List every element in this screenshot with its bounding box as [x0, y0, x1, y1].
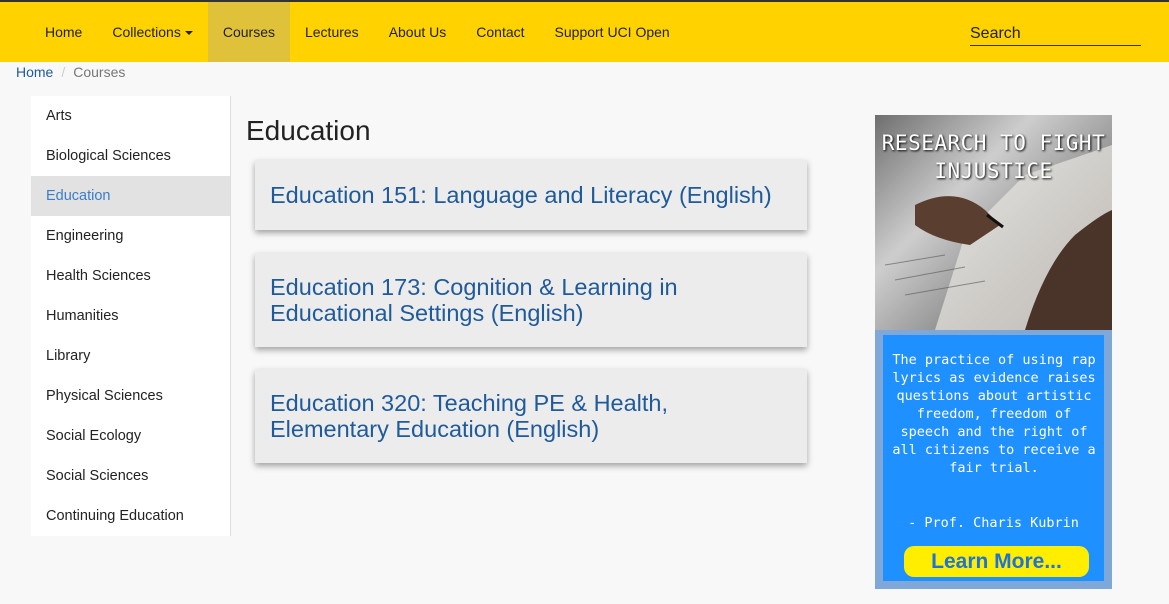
nav-contact[interactable]: Contact — [461, 2, 539, 62]
course-card[interactable]: Education 320: Teaching PE & Health, Ele… — [255, 369, 807, 463]
nav-about-us[interactable]: About Us — [374, 2, 462, 62]
search-input[interactable] — [970, 22, 1141, 46]
caret-down-icon — [184, 31, 193, 36]
nav-home[interactable]: Home — [30, 2, 97, 62]
nav-collections[interactable]: Collections — [97, 2, 207, 62]
sidebar-item-education[interactable]: Education — [31, 176, 230, 216]
learn-more-button[interactable]: Learn More... — [904, 546, 1089, 577]
sidebar-item-arts[interactable]: Arts — [31, 96, 230, 136]
top-navbar: Home Collections Courses Lectures About … — [0, 0, 1169, 62]
ad-headline: RESEARCH TO FIGHT INJUSTICE — [881, 131, 1106, 183]
sidebar-item-social-ecology[interactable]: Social Ecology — [31, 416, 230, 456]
sidebar-item-engineering[interactable]: Engineering — [31, 216, 230, 256]
course-title-link[interactable]: Education 320: Teaching PE & Health, Ele… — [270, 390, 792, 442]
course-title-link[interactable]: Education 173: Cognition & Learning in E… — [270, 274, 792, 326]
course-card[interactable]: Education 151: Language and Literacy (En… — [255, 160, 807, 230]
ad-photo-hands-writing: RESEARCH TO FIGHT INJUSTICE — [875, 115, 1112, 330]
sidebar-item-biological-sciences[interactable]: Biological Sciences — [31, 136, 230, 176]
nav-courses[interactable]: Courses — [207, 2, 290, 62]
ad-quote-text: The practice of using rap lyrics as evid… — [892, 352, 1096, 476]
sidebar-item-continuing-education[interactable]: Continuing Education — [31, 496, 230, 536]
ad-quote-author: - Prof. Charis Kubrin — [908, 515, 1079, 531]
sidebar-item-health-sciences[interactable]: Health Sciences — [31, 256, 230, 296]
sidebar-item-humanities[interactable]: Humanities — [31, 296, 230, 336]
ad-quote-box: The practice of using rap lyrics as evid… — [883, 335, 1104, 581]
nav-lectures[interactable]: Lectures — [290, 2, 374, 62]
sidebar-item-library[interactable]: Library — [31, 336, 230, 376]
breadcrumb-current: Courses — [73, 64, 126, 80]
course-title-link[interactable]: Education 151: Language and Literacy (En… — [270, 182, 772, 208]
research-ad-banner[interactable]: RESEARCH TO FIGHT INJUSTICE The practice… — [875, 115, 1112, 589]
breadcrumb-home-link[interactable]: Home — [16, 64, 53, 80]
nav-support[interactable]: Support UCI Open — [540, 2, 685, 62]
category-sidebar: Arts Biological Sciences Education Engin… — [31, 96, 231, 536]
main-nav: Home Collections Courses Lectures About … — [30, 2, 685, 62]
ad-quote-panel: The practice of using rap lyrics as evid… — [875, 330, 1112, 589]
breadcrumb-separator: / — [61, 64, 66, 80]
page-title: Education — [246, 115, 371, 146]
course-card[interactable]: Education 173: Cognition & Learning in E… — [255, 253, 807, 347]
breadcrumb: Home / Courses — [16, 64, 125, 80]
sidebar-item-physical-sciences[interactable]: Physical Sciences — [31, 376, 230, 416]
sidebar-item-social-sciences[interactable]: Social Sciences — [31, 456, 230, 496]
